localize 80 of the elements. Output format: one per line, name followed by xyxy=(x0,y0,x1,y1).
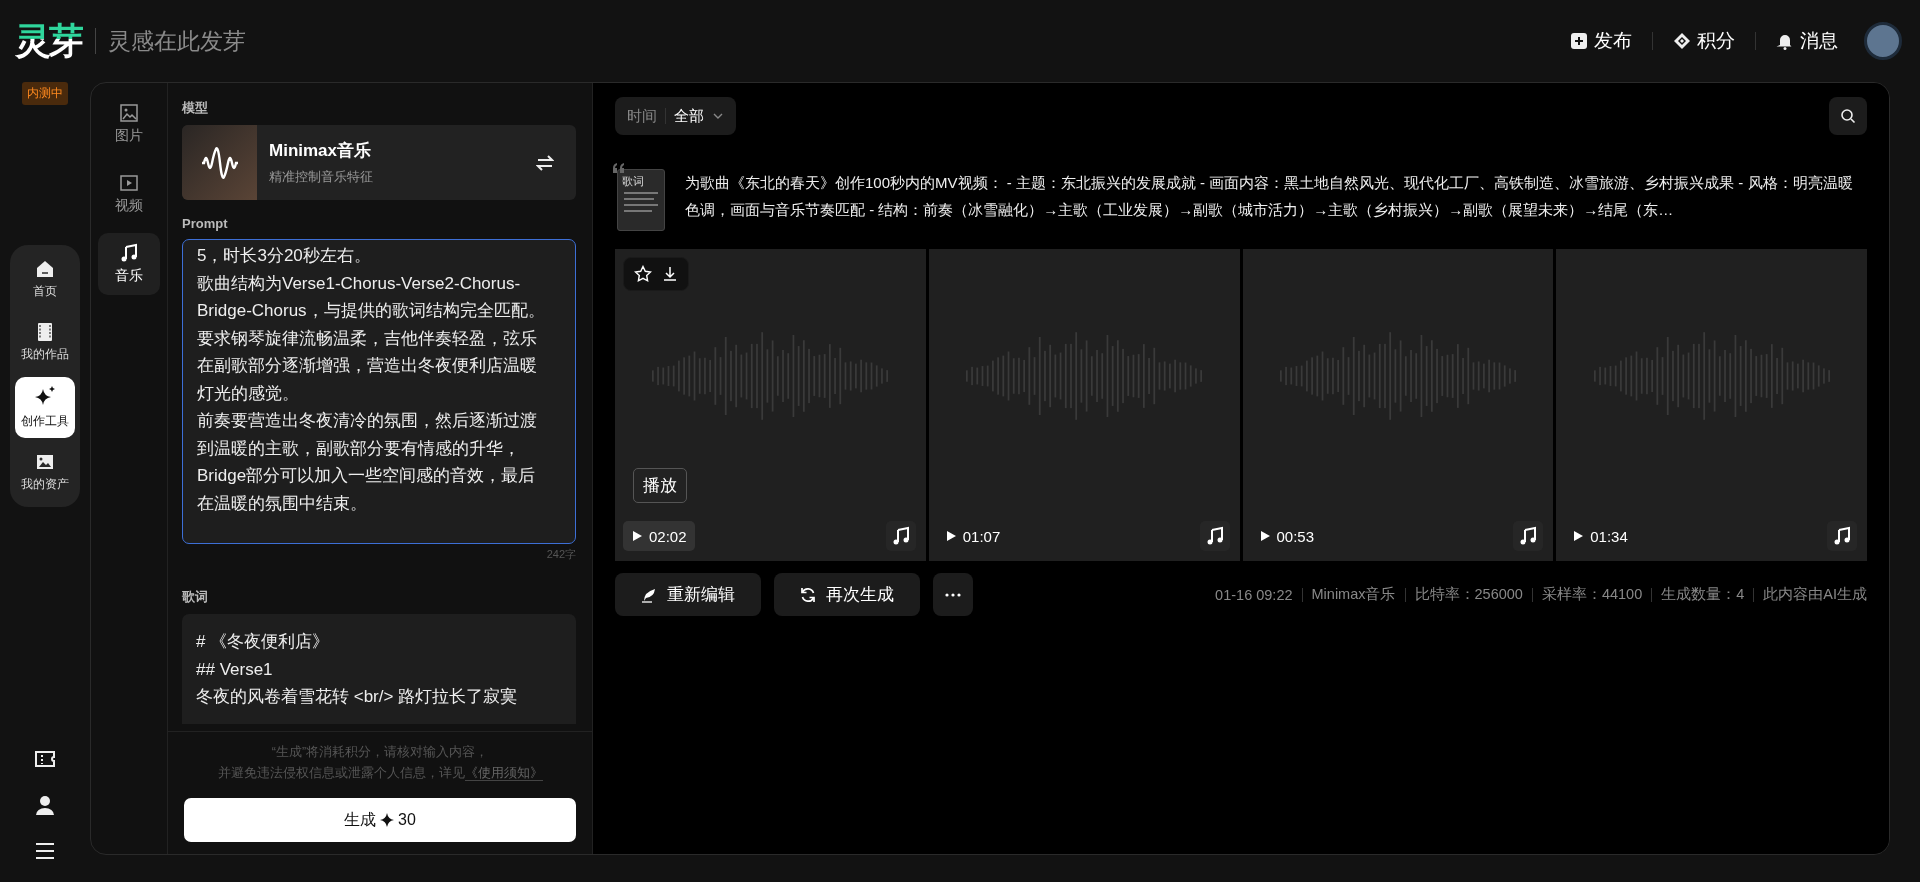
play-button[interactable]: 01:34 xyxy=(1564,521,1636,551)
image-icon xyxy=(119,103,139,123)
music-note-icon xyxy=(1518,526,1539,546)
filter-value: 全部 xyxy=(674,106,704,126)
avatar[interactable] xyxy=(1864,22,1902,60)
points-button[interactable]: 积分 xyxy=(1653,28,1755,54)
lyrics-thumbnail[interactable]: 歌词 xyxy=(617,169,665,231)
swap-icon[interactable] xyxy=(536,153,554,172)
play-icon xyxy=(631,530,643,542)
image-icon xyxy=(35,452,55,472)
music-button[interactable] xyxy=(1827,521,1857,551)
more-icon xyxy=(945,592,961,597)
music-button[interactable] xyxy=(1199,521,1230,551)
nav-item[interactable]: 我的资产 xyxy=(15,444,75,501)
audio-card[interactable]: 01:07 xyxy=(928,249,1240,561)
field-label: 模型 xyxy=(182,99,209,117)
video-icon xyxy=(119,173,139,193)
meta-info: 01-16 09:22 xyxy=(1215,586,1293,603)
messages-button[interactable]: 消息 xyxy=(1756,28,1858,54)
search-icon xyxy=(1840,108,1856,124)
film-icon xyxy=(35,322,55,342)
sparkle-icon xyxy=(380,813,395,827)
regenerate-button[interactable]: 再次生成 xyxy=(774,573,920,616)
meta-info: 生成数量：4 xyxy=(1661,585,1745,604)
notice-text: “生成”将消耗积分，请核对输入内容， 并避免违法侵权信息或泄露个人信息，详见《使用须知》 xyxy=(217,744,543,783)
music-button[interactable] xyxy=(1513,521,1544,551)
audio-card[interactable]: 01:34 xyxy=(1556,249,1867,561)
edit-button[interactable]: 重新编辑 xyxy=(615,573,761,616)
music-button[interactable] xyxy=(885,521,916,551)
feather-icon xyxy=(641,586,657,603)
publish-button[interactable]: 发布 xyxy=(1550,28,1652,54)
filter-label: 时间 xyxy=(627,106,657,126)
audio-card[interactable]: 02:02 播放 xyxy=(615,249,926,561)
ticket-icon[interactable] xyxy=(34,748,56,770)
tooltip: 播放 xyxy=(633,468,687,503)
model-card[interactable]: Minimax音乐 精准控制音乐特征 xyxy=(182,125,576,200)
tool-tab[interactable]: 图片 xyxy=(98,93,160,155)
meta-info: 比特率：256000 xyxy=(1414,585,1523,604)
refresh-icon xyxy=(800,586,816,603)
nav-item[interactable]: 我的作品 xyxy=(15,314,75,371)
menu-icon[interactable] xyxy=(34,840,56,862)
quote-icon xyxy=(613,163,625,173)
play-icon xyxy=(944,530,957,542)
beta-badge: 内测中 xyxy=(22,82,68,105)
bell-icon xyxy=(1776,32,1794,50)
field-label: 歌词 xyxy=(182,588,209,606)
model-description: 精准控制音乐特征 xyxy=(269,168,374,186)
search-button[interactable] xyxy=(1829,97,1867,135)
plus-icon xyxy=(1570,32,1588,50)
music-note-icon xyxy=(1832,526,1852,546)
model-name: Minimax音乐 xyxy=(269,140,373,162)
field-label: Prompt xyxy=(182,216,229,231)
lyrics-field[interactable]: # 《冬夜便利店》 ## Verse1 冬夜的风卷着雪花转 <br/> 路灯拉长了寂寞 xyxy=(182,614,576,724)
waveform-icon xyxy=(199,145,240,180)
tool-tab[interactable]: 视频 xyxy=(98,163,160,225)
nav-item[interactable]: 首页 xyxy=(15,251,75,308)
play-button[interactable]: 01:07 xyxy=(936,521,1009,551)
play-icon xyxy=(1258,530,1271,542)
play-icon xyxy=(1572,530,1585,542)
music-note-icon xyxy=(119,243,139,263)
meta-info: 此内容由AI生成 xyxy=(1763,585,1867,604)
slogan: 灵感在此发芽 xyxy=(108,26,246,56)
prompt-field[interactable]: 5，时长3分20秒左右。 歌曲结构为Verse1-Chorus-Verse2-Chorus-Bridge-Chorus，与提供的歌词结构完全匹配。 要求钢琴旋律流畅温柔，吉他伴奏轻盈，弦乐在副歌部分逐渐增强，营造出冬夜便利店温暖灯光的感觉。 前奏要营造出冬夜清冷的氛围，然后逐渐过渡到温暖的主歌，副歌部分要有情感的升华，Bridge部分可以加入一些空间感的音效，最后在温暖的氛围中结束。 xyxy=(182,239,576,544)
time-filter[interactable]: 时间 全部 xyxy=(615,97,736,135)
tool-tab[interactable]: 音乐 xyxy=(98,233,160,295)
generate-button[interactable]: 生成 30 xyxy=(184,798,576,842)
user-icon[interactable] xyxy=(34,794,56,816)
meta-info: 采样率：44100 xyxy=(1541,585,1643,604)
nav-item[interactable]: 创作工具 xyxy=(15,377,75,438)
prompt-description: 为歌曲《东北的春天》创作100秒内的MV视频： - 主题：东北振兴的发展成就 - 画面内容：黑土地自然风光、现代化工厂、高铁制造、冰雪旅游、乡村振兴成果 - 风格：明亮温暖色调，画面与音乐节奏匹配 - 结构：前奏（冰雪融化）→主歌（工业发展）→副歌（城市活力）→主歌（乡村振兴）→副歌（展望未来）→结尾（东… xyxy=(685,173,1854,220)
play-button[interactable]: 00:53 xyxy=(1250,521,1323,551)
audio-card[interactable]: 00:53 xyxy=(1242,249,1554,561)
diamond-icon xyxy=(1673,32,1691,50)
play-button[interactable]: 02:02 xyxy=(623,521,695,551)
meta-info: Minimax音乐 xyxy=(1311,585,1396,604)
download-icon[interactable] xyxy=(662,266,678,282)
home-icon xyxy=(35,259,55,279)
star-icon[interactable] xyxy=(634,265,652,283)
character-count: 242字 xyxy=(545,547,576,562)
more-button[interactable] xyxy=(933,573,973,616)
